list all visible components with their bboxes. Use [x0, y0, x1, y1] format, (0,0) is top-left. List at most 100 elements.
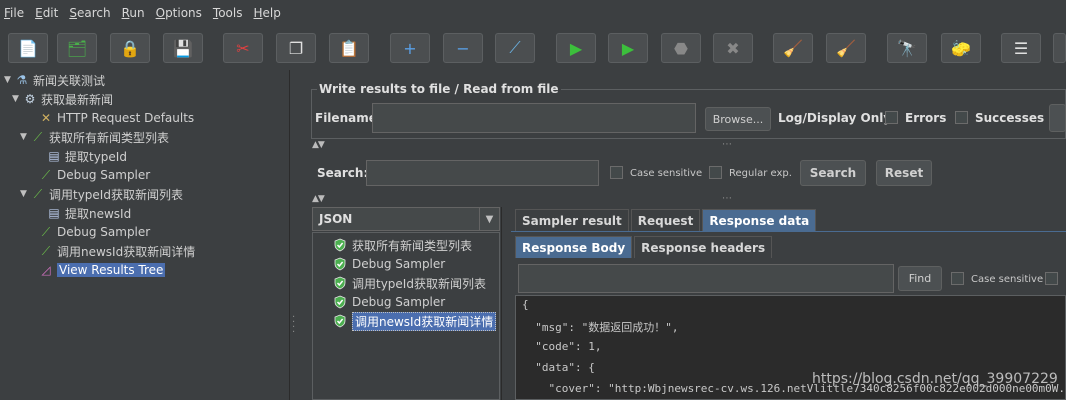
menu-help[interactable]: Help	[254, 6, 281, 20]
help-button[interactable]	[1053, 33, 1066, 63]
start-no-pause-button[interactable]: ▶	[608, 33, 648, 63]
collapse-arrows-1[interactable]: ▲▼	[312, 140, 325, 150]
find-button[interactable]: Find	[898, 266, 942, 291]
tree-node[interactable]: ✕ HTTP Request Defaults	[28, 109, 194, 127]
start-no-pause-icon: ▶	[621, 38, 635, 58]
save-button[interactable]: 💾	[163, 33, 203, 63]
result-item[interactable]: 获取所有新闻类型列表	[333, 236, 472, 254]
menu-edit[interactable]: Edit	[35, 6, 58, 20]
tree-node[interactable]: ▼ ⟋ 获取所有新闻类型列表	[20, 128, 169, 146]
search-case-sensitive-checkbox[interactable]	[610, 166, 623, 179]
configure-button[interactable]	[1049, 104, 1066, 132]
templates-button[interactable]: 🗂	[57, 33, 97, 63]
tree-node[interactable]: ▼ ⟋ 调用typeId获取新闻列表	[20, 185, 183, 203]
expand-button[interactable]: +	[390, 33, 430, 63]
copy-button[interactable]: ❐	[276, 33, 316, 63]
find-input[interactable]	[518, 264, 894, 293]
renderer-value: JSON	[319, 212, 353, 226]
results-list: 获取所有新闻类型列表 Debug Sampler 调用typeId获取新闻列表 Deb…	[312, 232, 500, 400]
filename-input[interactable]	[372, 103, 696, 133]
tab-sampler-result[interactable]: Sampler result	[515, 209, 629, 231]
shutdown-button[interactable]: ✖	[713, 33, 753, 63]
divider-grip-1[interactable]: ⋯	[722, 139, 732, 150]
renderer-select[interactable]: JSON ▼	[312, 207, 500, 231]
open-button[interactable]: 🔒	[110, 33, 150, 63]
stop-button[interactable]: ⬣	[661, 33, 701, 63]
clear-all-button[interactable]: 🧹	[826, 33, 866, 63]
result-item[interactable]: Debug Sampler	[333, 255, 445, 273]
expand-arrow-icon[interactable]: ▼	[20, 132, 30, 142]
regex-checkbox[interactable]	[709, 166, 722, 179]
tree-node[interactable]: ▼ ⚙ 获取最新新闻	[12, 90, 113, 108]
tab-request[interactable]: Request	[630, 209, 701, 231]
tree-node[interactable]: ▼ ⚗ 新闻关联测试	[4, 71, 105, 89]
tree-node[interactable]: ⟋ Debug Sampler	[28, 223, 150, 241]
reset-button[interactable]: Reset	[876, 160, 932, 186]
search-input[interactable]	[366, 160, 599, 186]
collapse-arrows-2[interactable]: ▲▼	[312, 194, 325, 204]
menu-file[interactable]: File	[4, 6, 24, 20]
main-splitter[interactable]	[289, 70, 301, 400]
search-label: Search:	[317, 166, 369, 180]
results-splitter[interactable]	[501, 207, 511, 400]
function-helper-icon: ☰	[1013, 38, 1029, 58]
collapse-button[interactable]: −	[443, 33, 483, 63]
expand-arrow-icon[interactable]: ▼	[4, 75, 14, 85]
subtab-response-headers[interactable]: Response headers	[634, 236, 773, 258]
expand-arrow-icon[interactable]: ▼	[12, 94, 22, 104]
search-button[interactable]: 🔭	[887, 33, 927, 63]
tab-response-data[interactable]: Response data	[702, 209, 817, 231]
pipette-icon: ⟋	[41, 167, 51, 182]
tree-node[interactable]: ▤ 提取typeId	[36, 147, 127, 165]
flask-icon: ⚗	[16, 73, 28, 87]
subtab-response-body[interactable]: Response Body	[515, 236, 633, 258]
pipette-icon: ⟋	[33, 186, 43, 201]
pipette-icon: ⟋	[33, 129, 43, 144]
find-regex-checkbox[interactable]	[1045, 272, 1058, 285]
divider-grip-2[interactable]: ⋯	[722, 193, 732, 204]
result-item[interactable]: 调用newsId获取新闻详情	[333, 311, 497, 331]
splitter-grip[interactable]: · · · ·	[292, 313, 295, 338]
tree-node-label: 提取newsId	[65, 206, 132, 221]
errors-label: Errors	[905, 111, 947, 125]
shutdown-icon: ✖	[726, 38, 740, 58]
errors-checkbox[interactable]	[885, 111, 898, 124]
gear-icon: ⚙	[24, 92, 36, 106]
pipette-icon: ⟋	[41, 243, 51, 258]
successes-checkbox[interactable]	[955, 111, 968, 124]
result-item-label: 调用newsId获取新闻详情	[352, 311, 497, 331]
browse-button[interactable]: Browse...	[705, 107, 771, 131]
toggle-button[interactable]: ⟋	[495, 33, 535, 63]
result-item-label: Debug Sampler	[352, 257, 446, 271]
result-item[interactable]: 调用typeId获取新闻列表	[333, 274, 486, 292]
templates-icon: 🗂	[66, 38, 88, 58]
tree-node[interactable]: ◿ View Results Tree	[28, 261, 166, 279]
reset-search-button[interactable]: 🧽	[941, 33, 981, 63]
menu-run[interactable]: Run	[122, 6, 145, 20]
new-button[interactable]: 📄	[8, 33, 48, 63]
clear-icon: 🧹	[783, 38, 803, 58]
cut-button[interactable]: ✂	[223, 33, 263, 63]
menu-tools[interactable]: Tools	[213, 6, 243, 20]
result-item-label: 调用typeId获取新闻列表	[352, 276, 486, 291]
response-line: "code": 1,	[522, 340, 602, 353]
chevron-down-icon[interactable]: ▼	[479, 208, 499, 230]
tree-node[interactable]: ⟋ Debug Sampler	[28, 166, 150, 184]
clear-button[interactable]: 🧹	[773, 33, 813, 63]
menu-options[interactable]: Options	[156, 6, 202, 20]
function-helper-button[interactable]: ☰	[1001, 33, 1041, 63]
start-button[interactable]: ▶	[556, 33, 596, 63]
tree-node-label: 获取最新新闻	[41, 92, 114, 107]
paste-button[interactable]: 📋	[329, 33, 369, 63]
filename-label: Filename	[315, 111, 377, 125]
menu-search[interactable]: Search	[69, 6, 110, 20]
tree-node[interactable]: ⟋ 调用newsId获取新闻详情	[28, 242, 195, 260]
result-item[interactable]: Debug Sampler	[333, 293, 445, 311]
stop-icon: ⬣	[674, 38, 688, 58]
expand-arrow-icon[interactable]: ▼	[20, 189, 30, 199]
tree-node[interactable]: ▤ 提取newsId	[36, 204, 131, 222]
response-line: "msg": "数据返回成功！",	[522, 321, 679, 334]
find-case-sensitive-checkbox[interactable]	[951, 272, 964, 285]
search-button[interactable]: Search	[800, 160, 866, 186]
regex-label: Regular exp.	[729, 168, 792, 179]
